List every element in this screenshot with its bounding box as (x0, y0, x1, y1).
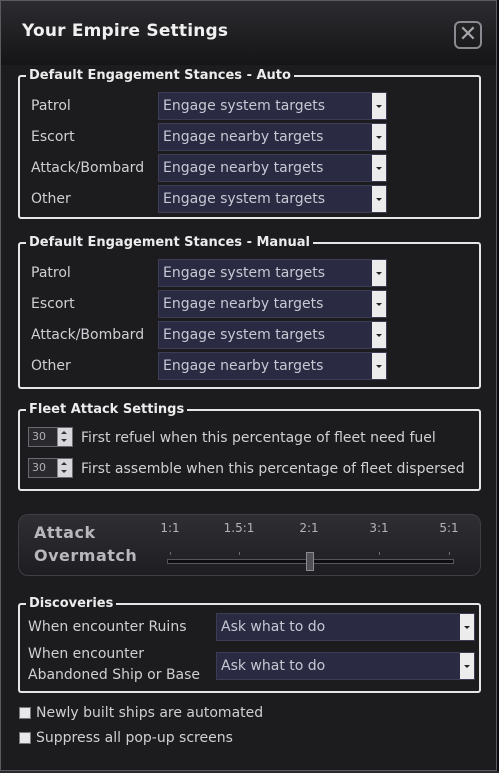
overmatch-label-line1: Attack (34, 523, 96, 542)
manual-patrol-value: Engage system targets (163, 265, 326, 281)
automate-ships-label: Newly built ships are automated (36, 705, 264, 721)
overmatch-slider-thumb[interactable] (306, 552, 314, 571)
abandoned-label-line2: Abandoned Ship or Base (28, 667, 201, 683)
tick-mark (170, 552, 171, 555)
chevron-down-icon (372, 93, 386, 119)
manual-attack-dropdown[interactable]: Engage system targets (158, 321, 387, 349)
manual-other-value: Engage nearby targets (163, 358, 324, 374)
manual-escort-dropdown[interactable]: Engage nearby targets (158, 290, 387, 318)
auto-stances-legend: Default Engagement Stances - Auto (29, 68, 291, 83)
stepper-down-icon[interactable] (61, 439, 67, 442)
close-icon: ✕ (458, 22, 478, 47)
chevron-down-icon (460, 614, 474, 640)
stepper-buttons[interactable] (57, 459, 72, 477)
chevron-down-icon (372, 260, 386, 286)
abandoned-dropdown[interactable]: Ask what to do (216, 652, 475, 680)
auto-escort-label: Escort (31, 129, 75, 145)
automate-ships-checkbox[interactable] (19, 707, 31, 719)
tick-label: 5:1 (439, 521, 459, 535)
manual-other-label: Other (31, 358, 71, 374)
abandoned-label-line1: When encounter (28, 646, 145, 662)
chevron-down-icon (372, 155, 386, 181)
tick-label: 3:1 (369, 521, 389, 535)
tick-mark (239, 552, 240, 555)
chevron-down-icon (460, 653, 474, 679)
manual-escort-value: Engage nearby targets (163, 296, 324, 312)
stepper-up-icon[interactable] (61, 462, 67, 465)
stepper-down-icon[interactable] (61, 470, 67, 473)
refuel-percent-value: 30 (32, 430, 46, 443)
chevron-down-icon (372, 124, 386, 150)
tick-mark (379, 552, 380, 555)
tick-label: 2:1 (299, 521, 319, 535)
overmatch-label-line2: Overmatch (34, 546, 138, 565)
chevron-down-icon (372, 353, 386, 379)
manual-stances-legend: Default Engagement Stances - Manual (29, 235, 310, 250)
auto-escort-value: Engage nearby targets (163, 129, 324, 145)
auto-other-dropdown[interactable]: Engage system targets (158, 185, 387, 213)
auto-patrol-dropdown[interactable]: Engage system targets (158, 92, 387, 120)
auto-escort-dropdown[interactable]: Engage nearby targets (158, 123, 387, 151)
fleet-attack-group: Fleet Attack Settings (18, 403, 481, 491)
auto-attack-dropdown[interactable]: Engage nearby targets (158, 154, 387, 182)
chevron-down-icon (372, 322, 386, 348)
assemble-label: First assemble when this percentage of f… (81, 461, 465, 477)
chevron-down-icon (372, 291, 386, 317)
auto-other-value: Engage system targets (163, 191, 326, 207)
assemble-percent-value: 30 (32, 461, 46, 474)
title-bar: Your Empire Settings ✕ (1, 1, 496, 65)
ruins-label: When encounter Ruins (28, 619, 187, 635)
close-button[interactable]: ✕ (454, 21, 482, 49)
discoveries-legend: Discoveries (29, 596, 114, 611)
chevron-down-icon (372, 186, 386, 212)
auto-attack-value: Engage nearby targets (163, 160, 324, 176)
manual-escort-label: Escort (31, 296, 75, 312)
auto-other-label: Other (31, 191, 71, 207)
ruins-value: Ask what to do (221, 619, 326, 635)
abandoned-value: Ask what to do (221, 658, 326, 674)
fleet-attack-legend: Fleet Attack Settings (29, 402, 185, 417)
window-title: Your Empire Settings (22, 21, 229, 41)
auto-patrol-value: Engage system targets (163, 98, 326, 114)
tick-mark (449, 552, 450, 555)
tick-label: 1.5:1 (223, 521, 255, 535)
tick-label: 1:1 (160, 521, 180, 535)
stepper-buttons[interactable] (57, 428, 72, 446)
stepper-up-icon[interactable] (61, 431, 67, 434)
auto-attack-label: Attack/Bombard (31, 160, 145, 176)
manual-patrol-dropdown[interactable]: Engage system targets (158, 259, 387, 287)
suppress-popups-checkbox[interactable] (19, 732, 31, 744)
refuel-label: First refuel when this percentage of fle… (81, 430, 436, 446)
manual-other-dropdown[interactable]: Engage nearby targets (158, 352, 387, 380)
suppress-popups-label: Suppress all pop-up screens (36, 730, 233, 746)
assemble-percent-stepper[interactable]: 30 (28, 458, 73, 478)
manual-patrol-label: Patrol (31, 265, 71, 281)
auto-patrol-label: Patrol (31, 98, 71, 114)
refuel-percent-stepper[interactable]: 30 (28, 427, 73, 447)
manual-attack-label: Attack/Bombard (31, 327, 145, 343)
manual-attack-value: Engage system targets (163, 327, 326, 343)
ruins-dropdown[interactable]: Ask what to do (216, 613, 475, 641)
